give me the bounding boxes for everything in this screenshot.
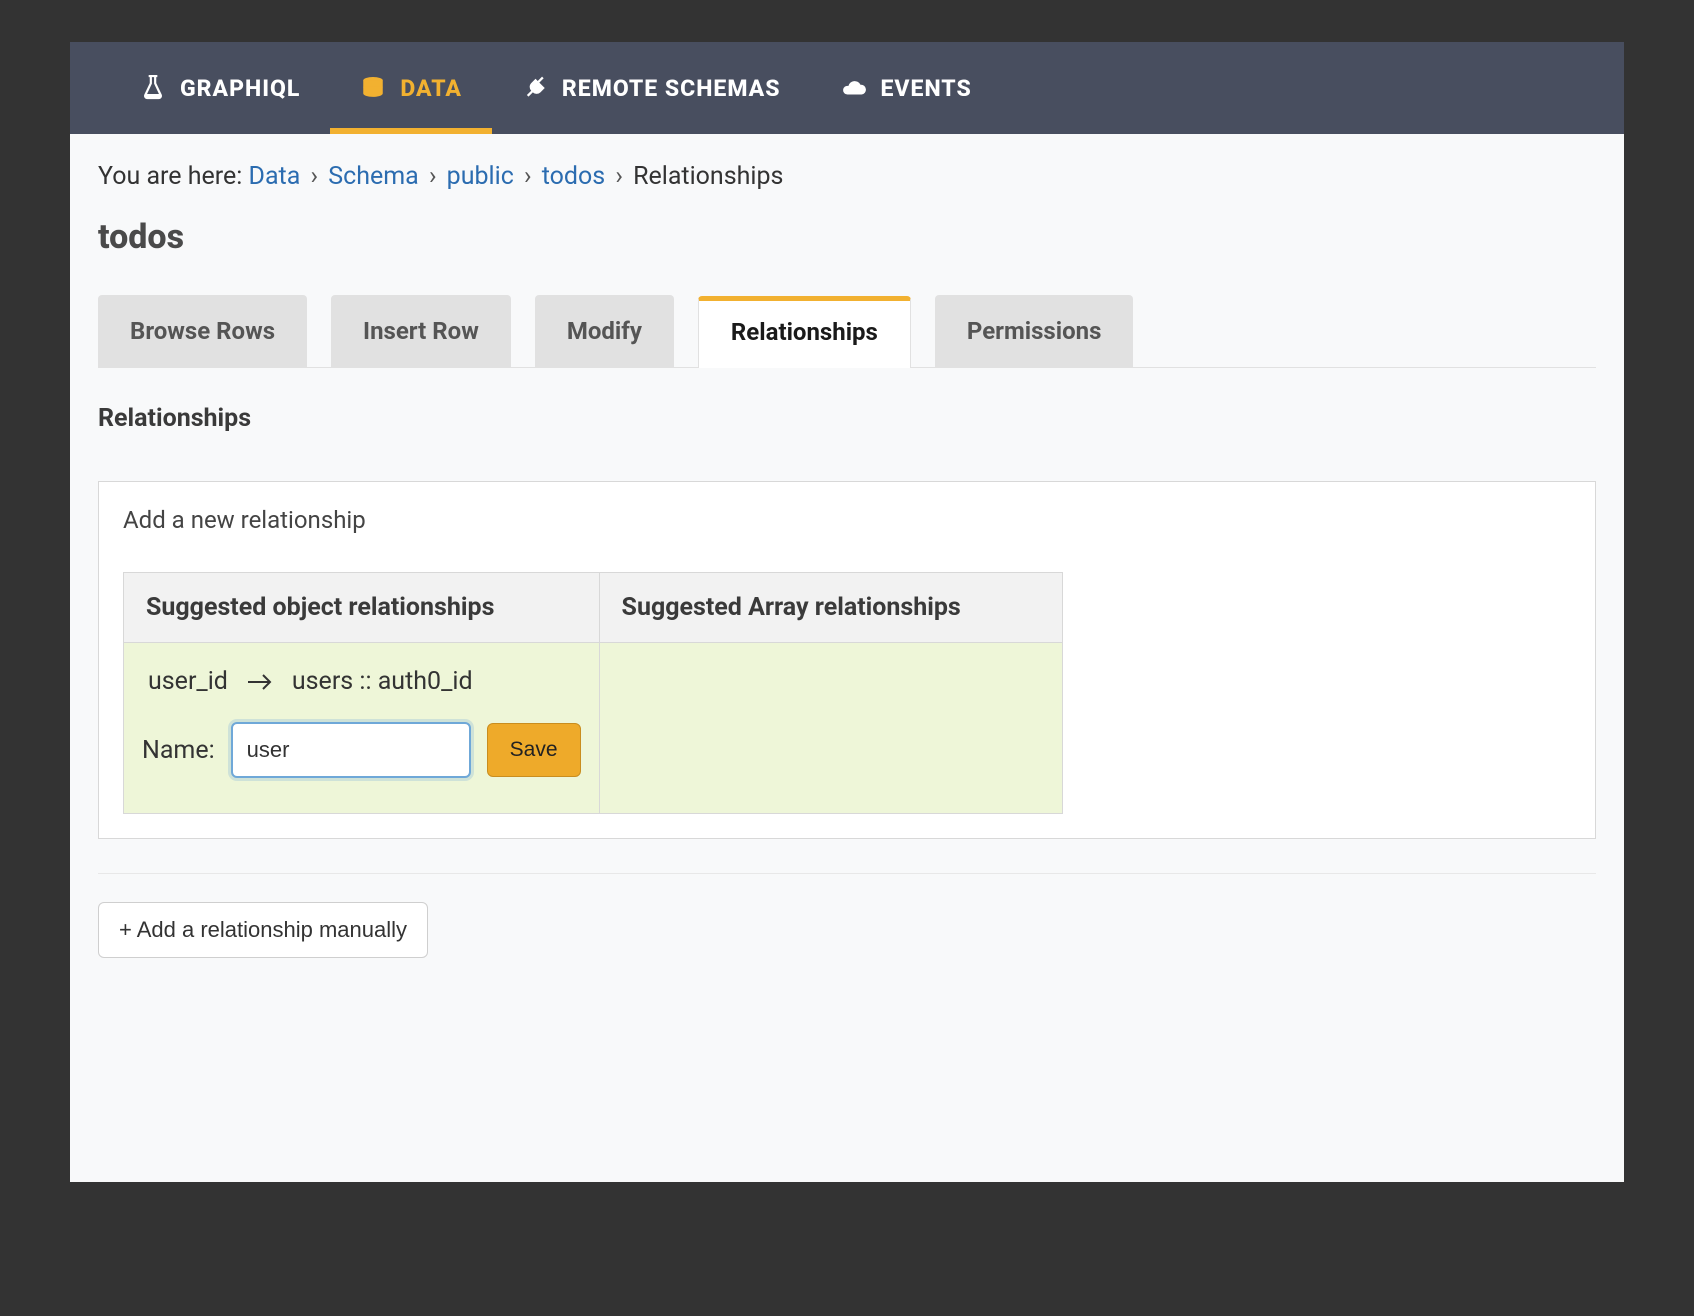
nav-label: REMOTE SCHEMAS (562, 75, 781, 102)
tab-permissions[interactable]: Permissions (935, 295, 1134, 367)
flask-icon (140, 75, 166, 101)
cloud-icon (841, 75, 867, 101)
plug-icon (522, 75, 548, 101)
top-nav: GRAPHIQL DATA REMOTE SCHEMAS EVENTS (70, 42, 1624, 134)
breadcrumb: You are here: Data › Schema › public › t… (98, 162, 1596, 191)
relationship-name-row: Name: Save (142, 722, 581, 778)
tab-browse-rows[interactable]: Browse Rows (98, 295, 307, 367)
nav-remote-schemas[interactable]: REMOTE SCHEMAS (492, 42, 811, 134)
nav-data[interactable]: DATA (330, 42, 492, 134)
array-relationships-body (600, 643, 1062, 813)
object-relationships-col: Suggested object relationships user_id u… (124, 573, 599, 813)
section-title: Relationships (98, 404, 1596, 433)
divider (98, 873, 1596, 874)
breadcrumb-sep: › (311, 162, 319, 191)
tab-relationships[interactable]: Relationships (698, 296, 911, 368)
breadcrumb-link-public[interactable]: public (447, 162, 514, 191)
array-relationships-header: Suggested Array relationships (600, 573, 1062, 643)
name-label: Name: (142, 736, 215, 765)
nav-label: EVENTS (881, 75, 972, 102)
database-icon (360, 75, 386, 101)
object-relationships-body: user_id users :: auth0_id Name: Save (124, 643, 599, 813)
panel-label: Add a new relationship (123, 506, 1571, 534)
page-title: todos (98, 217, 1596, 257)
breadcrumb-link-todos[interactable]: todos (542, 162, 605, 191)
breadcrumb-sep: › (429, 162, 437, 191)
breadcrumb-current: Relationships (633, 162, 783, 191)
tab-modify[interactable]: Modify (535, 295, 674, 367)
relationship-from: user_id (148, 667, 228, 696)
nav-events[interactable]: EVENTS (811, 42, 1002, 134)
nav-label: GRAPHIQL (180, 75, 300, 102)
object-relationships-header: Suggested object relationships (124, 573, 599, 643)
nav-label: DATA (400, 75, 462, 102)
breadcrumb-prefix: You are here: (98, 162, 249, 191)
breadcrumb-link-data[interactable]: Data (249, 162, 301, 191)
breadcrumb-sep: › (524, 162, 532, 191)
add-relationship-panel: Add a new relationship Suggested object … (98, 481, 1596, 839)
suggested-relationship-row: user_id users :: auth0_id (142, 667, 581, 696)
save-button[interactable]: Save (487, 723, 581, 777)
breadcrumb-sep: › (615, 162, 623, 191)
breadcrumb-link-schema[interactable]: Schema (328, 162, 418, 191)
array-relationships-col: Suggested Array relationships (599, 573, 1062, 813)
tabs: Browse Rows Insert Row Modify Relationsh… (98, 295, 1596, 368)
add-relationship-manually-button[interactable]: + Add a relationship manually (98, 902, 428, 958)
nav-graphiql[interactable]: GRAPHIQL (110, 42, 330, 134)
tab-insert-row[interactable]: Insert Row (331, 295, 511, 367)
suggestion-table: Suggested object relationships user_id u… (123, 572, 1063, 814)
arrow-right-icon (246, 672, 274, 692)
relationship-to: users :: auth0_id (292, 667, 473, 696)
relationship-name-input[interactable] (231, 722, 471, 778)
